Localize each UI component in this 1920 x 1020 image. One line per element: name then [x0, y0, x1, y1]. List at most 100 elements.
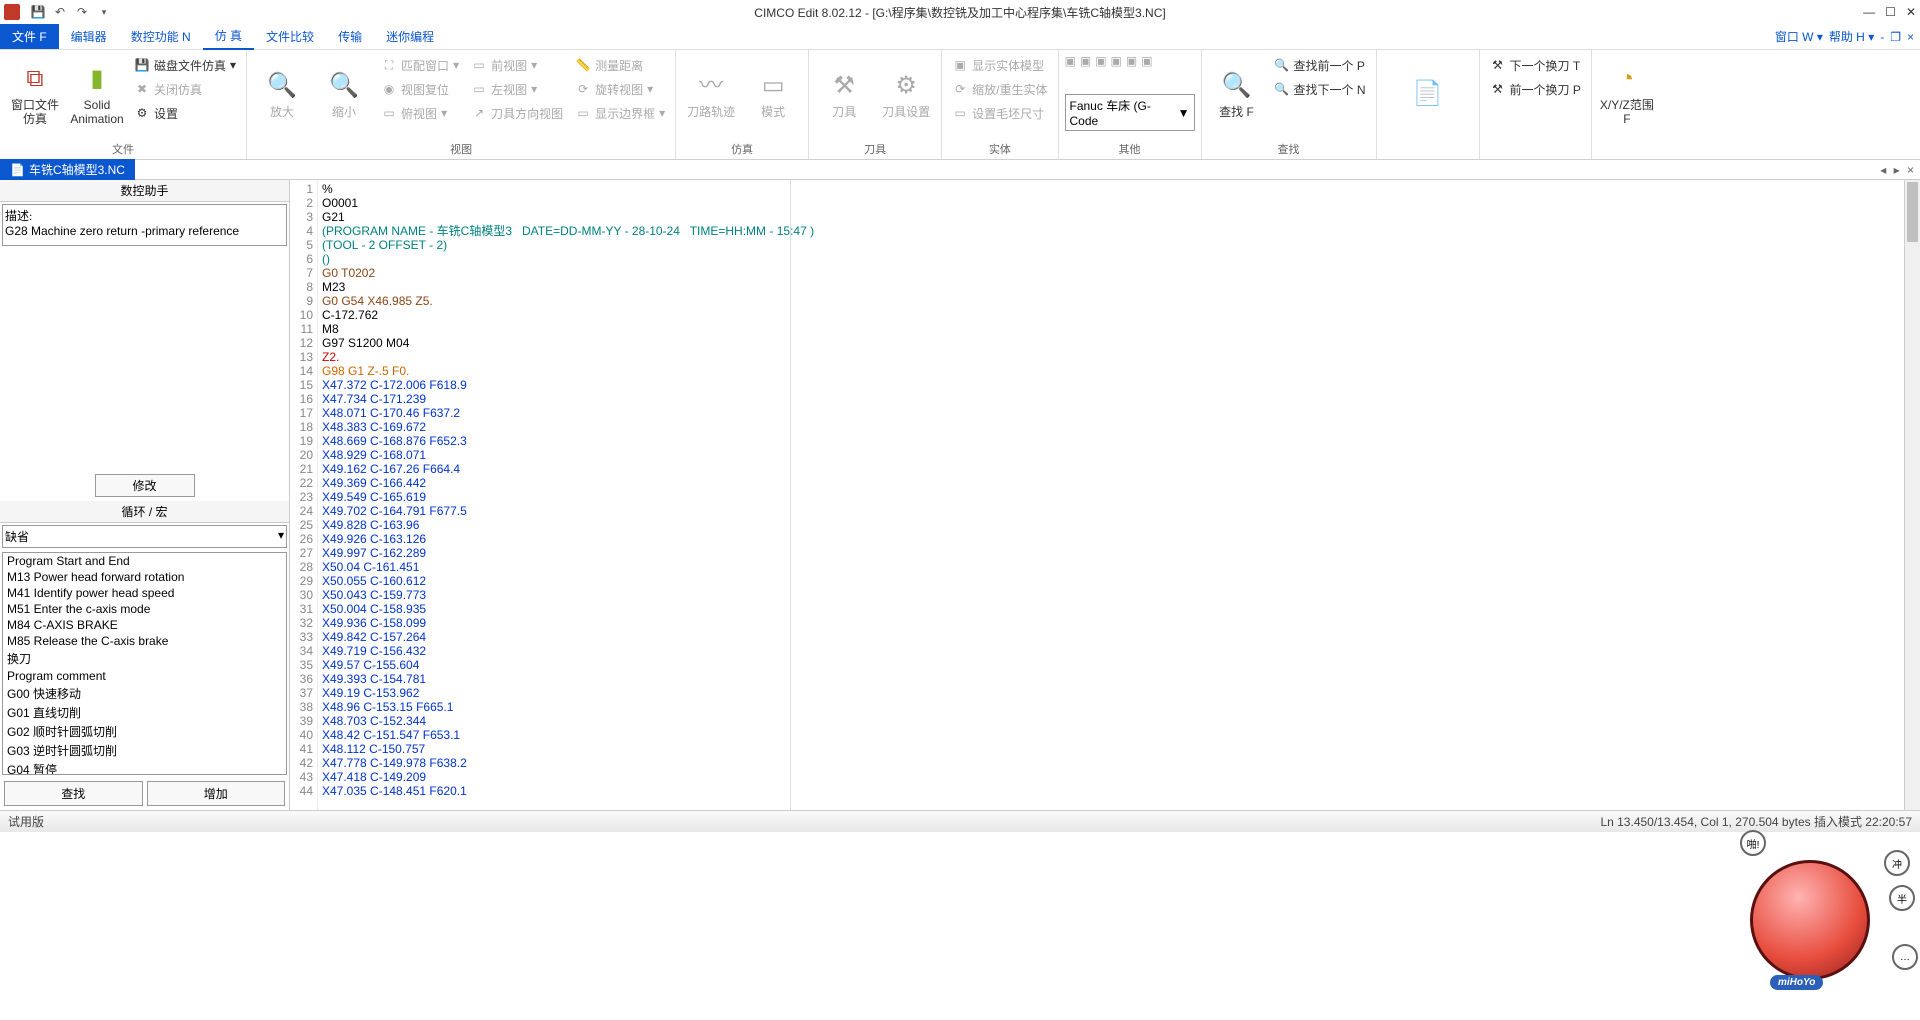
list-item[interactable]: M13 Power head forward rotation — [3, 569, 286, 585]
list-item[interactable]: M51 Enter the c-axis mode — [3, 601, 286, 617]
menu-help[interactable]: 帮助 H ▾ — [1829, 28, 1874, 45]
code-line[interactable]: X50.04 C-161.451 — [322, 560, 1900, 574]
code-line[interactable]: X49.702 C-164.791 F677.5 — [322, 504, 1900, 518]
qat-undo-icon[interactable]: ↶ — [52, 4, 68, 20]
menu-transfer[interactable]: 传输 — [326, 24, 374, 49]
mode-button[interactable]: ▭模式 — [744, 54, 802, 136]
close-icon[interactable]: ✕ — [1906, 5, 1916, 19]
scrollbar-thumb[interactable] — [1907, 182, 1918, 242]
code-line[interactable]: X47.734 C-171.239 — [322, 392, 1900, 406]
code-line[interactable]: X47.778 C-149.978 F638.2 — [322, 756, 1900, 770]
find-button[interactable]: 🔍查找 F — [1208, 54, 1266, 136]
code-line[interactable]: C-172.762 — [322, 308, 1900, 322]
code-line[interactable]: X48.42 C-151.547 F653.1 — [322, 728, 1900, 742]
menu-miniprog[interactable]: 迷你编程 — [374, 24, 446, 49]
code-editor[interactable]: 1234567891011121314151617181920212223242… — [290, 180, 1920, 810]
menu-nc[interactable]: 数控功能 N — [119, 24, 203, 49]
vertical-scrollbar[interactable] — [1904, 180, 1920, 810]
top-view-button[interactable]: ▭俯视图 ▾ — [377, 102, 463, 124]
list-item[interactable]: G04 暂停 — [3, 760, 286, 776]
show-bbox-button[interactable]: ▭显示边界框 ▾ — [571, 102, 669, 124]
macro-select[interactable]: 缺省▾ — [2, 525, 287, 548]
stock-size-button[interactable]: ▭设置毛坯尺寸 — [948, 102, 1051, 124]
code-line[interactable]: M8 — [322, 322, 1900, 336]
reset-view-button[interactable]: ◉视图复位 — [377, 78, 463, 100]
code-line[interactable]: G97 S1200 M04 — [322, 336, 1900, 350]
list-item[interactable]: G02 顺时针圆弧切削 — [3, 722, 286, 741]
close-sim-button[interactable]: ✖关闭仿真 — [130, 78, 240, 100]
code-line[interactable]: X47.418 C-149.209 — [322, 770, 1900, 784]
code-line[interactable]: X48.383 C-169.672 — [322, 420, 1900, 434]
menu-simulate[interactable]: 仿 真 — [203, 23, 254, 50]
code-line[interactable]: (TOOL - 2 OFFSET - 2) — [322, 238, 1900, 252]
code-line[interactable]: (PROGRAM NAME - 车铣C轴模型3 DATE=DD-MM-YY - … — [322, 224, 1900, 238]
code-line[interactable]: X49.369 C-166.442 — [322, 476, 1900, 490]
tool-dir-view-button[interactable]: ↗刀具方向视图 — [467, 102, 567, 124]
code-line[interactable]: X47.035 C-148.451 F620.1 — [322, 784, 1900, 798]
list-item[interactable]: G03 逆时针圆弧切削 — [3, 741, 286, 760]
xyz-range-button[interactable]: ◔X/Y/Z范围 F — [1598, 54, 1656, 136]
menu-window[interactable]: 窗口 W ▾ — [1775, 28, 1823, 45]
measure-button[interactable]: 📏测量距离 — [571, 54, 669, 76]
left-view-button[interactable]: ▭左视图 ▾ — [467, 78, 567, 100]
code-line[interactable]: M23 — [322, 280, 1900, 294]
settings-button[interactable]: ⚙设置 — [130, 102, 240, 124]
menu-editor[interactable]: 编辑器 — [59, 24, 119, 49]
list-item[interactable]: M41 Identify power head speed — [3, 585, 286, 601]
code-line[interactable]: X49.162 C-167.26 F664.4 — [322, 462, 1900, 476]
code-line[interactable]: Z2. — [322, 350, 1900, 364]
code-line[interactable]: G98 G1 Z-.5 F0. — [322, 364, 1900, 378]
code-line[interactable]: X49.936 C-158.099 — [322, 616, 1900, 630]
zoom-out-button[interactable]: 🔍缩小 — [315, 54, 373, 136]
maximize-icon[interactable]: ☐ — [1885, 5, 1896, 19]
minimize-icon[interactable]: — — [1863, 5, 1875, 19]
code-line[interactable]: X49.549 C-165.619 — [322, 490, 1900, 504]
other-icon-4[interactable]: ▣ — [1111, 54, 1122, 68]
disk-file-sim-button[interactable]: 💾磁盘文件仿真 ▾ — [130, 54, 240, 76]
list-item[interactable]: 换刀 — [3, 649, 286, 668]
zoom-in-button[interactable]: 🔍放大 — [253, 54, 311, 136]
mdi-close-icon[interactable]: × — [1907, 30, 1914, 44]
code-line[interactable]: G21 — [322, 210, 1900, 224]
code-line[interactable]: X48.669 C-168.876 F652.3 — [322, 434, 1900, 448]
modify-button[interactable]: 修改 — [95, 474, 195, 497]
code-line[interactable]: X49.926 C-163.126 — [322, 532, 1900, 546]
macro-list[interactable]: Program Start and EndM13 Power head forw… — [2, 552, 287, 776]
list-item[interactable]: M84 C-AXIS BRAKE — [3, 617, 286, 633]
code-line[interactable]: O0001 — [322, 196, 1900, 210]
other-icon-2[interactable]: ▣ — [1080, 54, 1091, 68]
doc-tab[interactable]: 📄 车铣C轴模型3.NC — [0, 159, 135, 180]
other-icon-1[interactable]: ▣ — [1065, 54, 1076, 68]
other-icon-5[interactable]: ▣ — [1126, 54, 1137, 68]
code-line[interactable]: X48.929 C-168.071 — [322, 448, 1900, 462]
qat-dropdown-icon[interactable]: ▾ — [96, 4, 112, 20]
list-item[interactable]: Program comment — [3, 668, 286, 684]
regen-solid-button[interactable]: ⟳缩放/重生实体 — [948, 78, 1051, 100]
list-item[interactable]: G01 直线切削 — [3, 703, 286, 722]
other-icon-6[interactable]: ▣ — [1141, 54, 1152, 68]
code-line[interactable]: X49.57 C-155.604 — [322, 658, 1900, 672]
list-item[interactable]: Program Start and End — [3, 553, 286, 569]
code-line[interactable]: X47.372 C-172.006 F618.9 — [322, 378, 1900, 392]
code-line[interactable]: X49.842 C-157.264 — [322, 630, 1900, 644]
window-file-sim-button[interactable]: ⧉窗口文件仿真 — [6, 54, 64, 136]
code-line[interactable]: X49.997 C-162.289 — [322, 546, 1900, 560]
code-line[interactable]: X50.043 C-159.773 — [322, 588, 1900, 602]
menu-compare[interactable]: 文件比较 — [254, 24, 326, 49]
tab-nav-buttons[interactable]: ◂ ▸ × — [1880, 163, 1920, 177]
macro-add-button[interactable]: 增加 — [147, 781, 286, 806]
code-area[interactable]: %O0001G21(PROGRAM NAME - 车铣C轴模型3 DATE=DD… — [318, 180, 1904, 810]
list-item[interactable]: M85 Release the C-axis brake — [3, 633, 286, 649]
tool-button[interactable]: ⚒刀具 — [815, 54, 873, 136]
code-line[interactable]: X49.828 C-163.96 — [322, 518, 1900, 532]
code-line[interactable]: X49.719 C-156.432 — [322, 644, 1900, 658]
code-line[interactable]: () — [322, 252, 1900, 266]
solid-animation-button[interactable]: ▮Solid Animation — [68, 54, 126, 136]
code-line[interactable]: G0 G54 X46.985 Z5. — [322, 294, 1900, 308]
list-item[interactable]: G00 快速移动 — [3, 684, 286, 703]
code-line[interactable]: X48.071 C-170.46 F637.2 — [322, 406, 1900, 420]
description-box[interactable]: 描述: G28 Machine zero return -primary ref… — [2, 204, 287, 246]
code-line[interactable]: % — [322, 182, 1900, 196]
tool-settings-button[interactable]: ⚙刀具设置 — [877, 54, 935, 136]
qat-redo-icon[interactable]: ↷ — [74, 4, 90, 20]
